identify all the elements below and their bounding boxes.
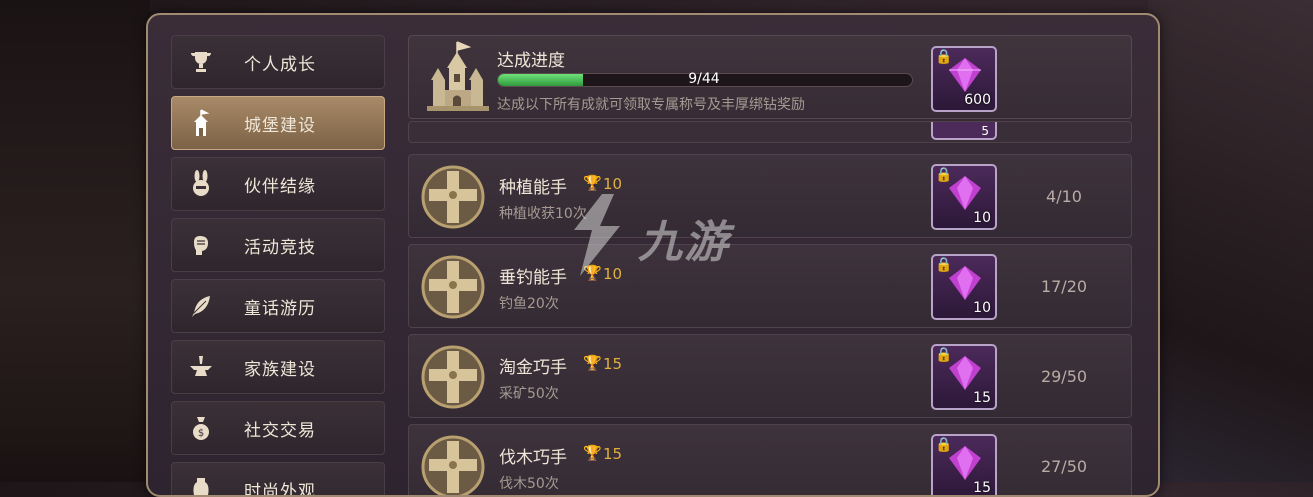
- achievement-panel: 个人成长 城堡建设 伙伴结缘 活动竞技 童话游历: [146, 13, 1160, 497]
- anvil-icon: [186, 352, 216, 382]
- trophy-icon: 🏆: [583, 444, 602, 462]
- sidebar-item-partner-bond[interactable]: 伙伴结缘: [171, 157, 385, 211]
- partial-card: 5: [408, 121, 1132, 143]
- partial-reward-slot: 5: [931, 121, 997, 140]
- cross-badge-icon: [417, 341, 489, 413]
- achievement-points: 15: [603, 445, 622, 463]
- cross-badge-icon: [417, 161, 489, 233]
- final-reward-slot[interactable]: 🔒 600: [931, 46, 997, 112]
- trophy-icon: 🏆: [583, 264, 602, 282]
- reward-count: 15: [973, 480, 991, 496]
- vase-icon: [186, 474, 216, 497]
- achievement-progress: 27/50: [1029, 457, 1099, 476]
- achievement-card[interactable]: 淘金巧手 🏆 15 采矿50次 🔒 15 29/50: [408, 334, 1132, 418]
- achievement-title: 淘金巧手: [499, 353, 567, 378]
- background-left: [0, 0, 150, 482]
- sidebar-item-fairy-tale-travel[interactable]: 童话游历: [171, 279, 385, 333]
- reward-count: 10: [973, 210, 991, 226]
- sidebar-item-label: 活动竞技: [244, 233, 316, 258]
- achievement-points: 10: [603, 265, 622, 283]
- progress-title: 达成进度: [497, 46, 565, 71]
- partial-reward-count: 5: [981, 124, 989, 138]
- sidebar-item-label: 家族建设: [244, 355, 316, 380]
- castle-emblem-icon: [423, 40, 493, 114]
- achievement-title: 种植能手: [499, 173, 567, 198]
- sidebar-item-label: 个人成长: [244, 50, 316, 75]
- bunny-helmet-icon: [186, 169, 216, 199]
- castle-icon: [186, 108, 216, 138]
- achievement-points: 15: [603, 355, 622, 373]
- achievement-description: 钓鱼20次: [499, 293, 559, 313]
- cross-badge-icon: [417, 431, 489, 497]
- feather-icon: [186, 291, 216, 321]
- lock-icon: 🔒: [935, 167, 952, 183]
- progress-description: 达成以下所有成就可领取专属称号及丰厚绑钻奖励: [497, 94, 805, 114]
- sidebar-item-label: 时尚外观: [244, 477, 316, 497]
- sidebar-item-castle-building[interactable]: 城堡建设: [171, 96, 385, 150]
- achievement-progress: 17/20: [1029, 277, 1099, 296]
- achievement-description: 采矿50次: [499, 383, 559, 403]
- sidebar-item-label: 城堡建设: [244, 111, 316, 136]
- reward-count: 600: [964, 92, 991, 108]
- lock-icon: 🔒: [935, 437, 952, 453]
- fist-icon: [186, 230, 216, 260]
- sidebar-item-personal-growth[interactable]: 个人成长: [171, 35, 385, 89]
- achievement-title: 伐木巧手: [499, 443, 567, 468]
- background-right: [1148, 0, 1313, 482]
- sidebar-item-label: 童话游历: [244, 294, 316, 319]
- reward-slot[interactable]: 🔒 15: [931, 344, 997, 410]
- sidebar-item-fashion-appearance[interactable]: 时尚外观: [171, 462, 385, 497]
- achievement-card[interactable]: 种植能手 🏆 10 种植收获10次 🔒 10 4/10: [408, 154, 1132, 238]
- reward-slot[interactable]: 🔒 15: [931, 434, 997, 497]
- lock-icon: 🔒: [935, 257, 952, 273]
- reward-count: 15: [973, 390, 991, 406]
- progress-text: 9/44: [497, 71, 911, 87]
- money-bag-icon: $: [186, 413, 216, 443]
- cross-badge-icon: [417, 251, 489, 323]
- reward-count: 10: [973, 300, 991, 316]
- achievement-points: 10: [603, 175, 622, 193]
- reward-slot[interactable]: 🔒 10: [931, 164, 997, 230]
- sidebar-item-activity-competition[interactable]: 活动竞技: [171, 218, 385, 272]
- sidebar-item-label: 伙伴结缘: [244, 172, 316, 197]
- sidebar-item-family-building[interactable]: 家族建设: [171, 340, 385, 394]
- achievement-description: 伐木50次: [499, 473, 559, 493]
- sidebar-item-label: 社交交易: [244, 416, 316, 441]
- trophy-icon: [186, 47, 216, 77]
- achievement-card[interactable]: 垂钓能手 🏆 10 钓鱼20次 🔒 10 17/20: [408, 244, 1132, 328]
- achievement-description: 种植收获10次: [499, 203, 587, 223]
- achievement-progress: 29/50: [1029, 367, 1099, 386]
- lock-icon: 🔒: [935, 49, 952, 65]
- svg-text:$: $: [198, 428, 204, 439]
- achievement-card[interactable]: 伐木巧手 🏆 15 伐木50次 🔒 15 27/50: [408, 424, 1132, 497]
- reward-slot[interactable]: 🔒 10: [931, 254, 997, 320]
- lock-icon: 🔒: [935, 347, 952, 363]
- achievement-progress: 4/10: [1029, 187, 1099, 206]
- progress-summary-card: 达成进度 9/44 达成以下所有成就可领取专属称号及丰厚绑钻奖励 🔒 600: [408, 35, 1132, 119]
- trophy-icon: 🏆: [583, 354, 602, 372]
- achievement-title: 垂钓能手: [499, 263, 567, 288]
- sidebar-item-social-trade[interactable]: $ 社交交易: [171, 401, 385, 455]
- trophy-icon: 🏆: [583, 174, 602, 192]
